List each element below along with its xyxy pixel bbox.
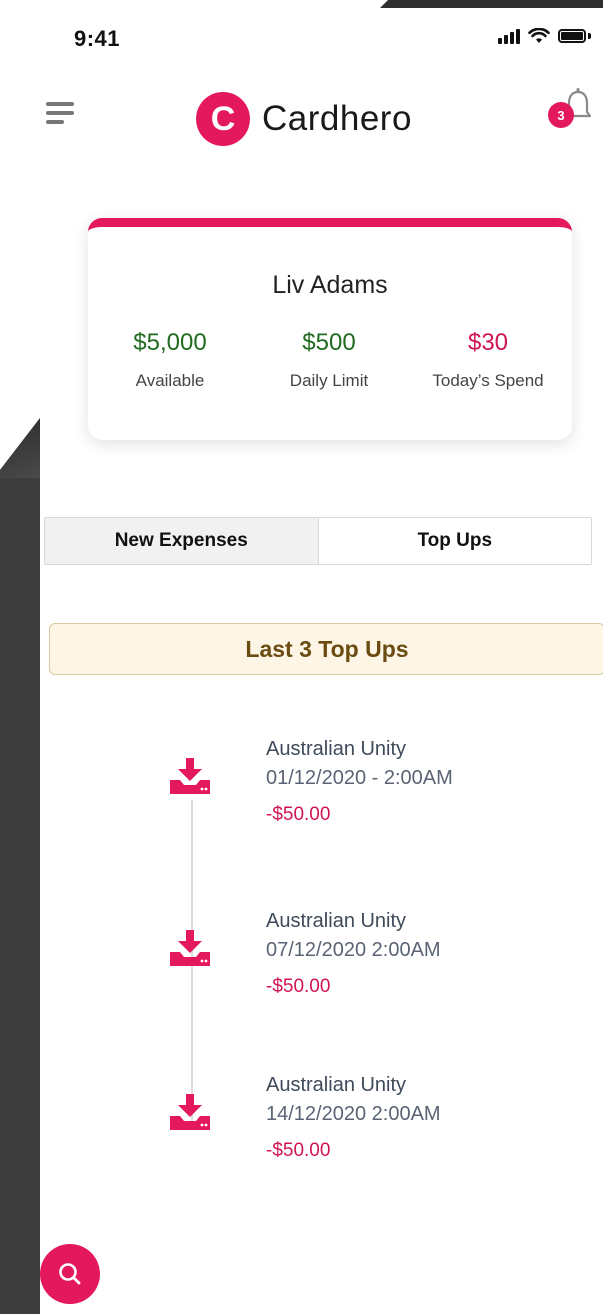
stat-todays-spend: $30 Today’s Spend <box>418 329 558 391</box>
stat-daily-limit: $500 Daily Limit <box>264 329 394 391</box>
stat-daily-limit-value: $500 <box>302 329 356 356</box>
stat-available-label: Available <box>135 371 205 390</box>
transaction-amount: -$50.00 <box>266 976 331 997</box>
transaction-details: Australian Unity 07/12/2020 2:00AM -$50.… <box>266 910 441 998</box>
card-holder-name: Liv Adams <box>272 271 388 299</box>
transaction-date: 01/12/2020 - 2:00AM <box>266 767 453 789</box>
search-icon <box>59 1263 81 1285</box>
phone-screen: 9:41 C Cardhero 3 Liv Adams $5,000 Avail… <box>0 0 603 1314</box>
stat-todays-spend-label: Today’s Spend <box>432 371 544 390</box>
transaction-details: Australian Unity 14/12/2020 2:00AM -$50.… <box>266 1074 441 1162</box>
balance-card: Liv Adams $5,000 Available $500 Daily Li… <box>88 218 572 440</box>
cardhero-logo-icon: C <box>196 92 250 146</box>
stat-daily-limit-label: Daily Limit <box>289 371 369 390</box>
tab-new-expenses[interactable]: New Expenses <box>45 518 319 564</box>
device-bezel <box>0 470 40 1314</box>
tab-top-ups[interactable]: Top Ups <box>318 518 591 564</box>
notification-badge: 3 <box>548 102 574 128</box>
stat-todays-spend-value: $30 <box>467 329 509 356</box>
status-icons <box>498 28 591 44</box>
transaction-name: Australian Unity <box>266 1074 407 1096</box>
battery-icon <box>558 29 586 43</box>
download-tray-icon <box>170 930 210 966</box>
transaction-name: Australian Unity <box>266 910 407 932</box>
status-time: 9:41 <box>74 26 121 51</box>
download-tray-icon <box>170 758 210 794</box>
hamburger-icon[interactable] <box>46 102 74 129</box>
transaction-date: 14/12/2020 2:00AM <box>266 1103 441 1125</box>
cellular-signal-icon <box>498 28 520 44</box>
transaction-date: 07/12/2020 2:00AM <box>266 939 441 961</box>
transaction-details: Australian Unity 01/12/2020 - 2:00AM -$5… <box>266 738 453 826</box>
stat-available-value: $5,000 <box>133 329 207 356</box>
search-button[interactable] <box>40 1244 100 1304</box>
brand-logo: C Cardhero <box>196 92 412 146</box>
section-title: Last 3 Top Ups <box>49 623 603 675</box>
transaction-amount: -$50.00 <box>266 1140 331 1161</box>
transaction-name: Australian Unity <box>266 738 407 760</box>
battery-tip <box>588 33 591 39</box>
stat-available: $5,000 Available <box>110 329 230 391</box>
transaction-amount: -$50.00 <box>266 804 331 825</box>
brand-name: Cardhero <box>262 99 412 138</box>
wifi-icon <box>528 28 550 43</box>
download-tray-icon <box>170 1094 210 1130</box>
tab-bar: New Expenses Top Ups <box>44 517 592 565</box>
